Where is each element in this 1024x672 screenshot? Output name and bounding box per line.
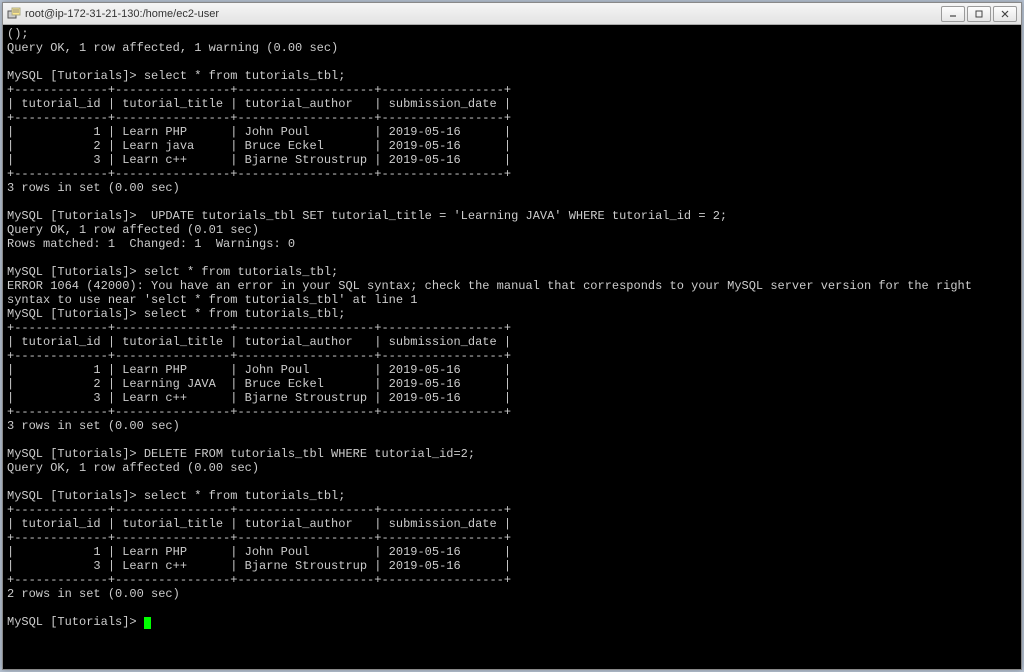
prompt: MySQL [Tutorials]> — [7, 265, 137, 279]
minimize-button[interactable] — [941, 6, 965, 22]
terminal-output[interactable]: (); Query OK, 1 row affected, 1 warning … — [3, 25, 1021, 669]
prompt: MySQL [Tutorials]> — [7, 307, 137, 321]
error-line: ERROR 1064 (42000): You have an error in… — [7, 279, 972, 293]
sql-command: UPDATE tutorials_tbl SET tutorial_title … — [137, 209, 728, 223]
cursor-icon — [144, 617, 151, 629]
table-border: +-------------+----------------+--------… — [7, 167, 511, 181]
prompt: MySQL [Tutorials]> — [7, 489, 137, 503]
output-line: Rows matched: 1 Changed: 1 Warnings: 0 — [7, 237, 295, 251]
table-header: | tutorial_id | tutorial_title | tutoria… — [7, 335, 511, 349]
table-row: | 3 | Learn c++ | Bjarne Stroustrup | 20… — [7, 391, 511, 405]
close-button[interactable] — [993, 6, 1017, 22]
table-border: +-------------+----------------+--------… — [7, 349, 511, 363]
table-border: +-------------+----------------+--------… — [7, 321, 511, 335]
result-summary: 3 rows in set (0.00 sec) — [7, 181, 180, 195]
output-line: Query OK, 1 row affected (0.00 sec) — [7, 461, 259, 475]
table-border: +-------------+----------------+--------… — [7, 531, 511, 545]
sql-command: selct * from tutorials_tbl; — [137, 265, 339, 279]
table-border: +-------------+----------------+--------… — [7, 111, 511, 125]
table-row: | 3 | Learn c++ | Bjarne Stroustrup | 20… — [7, 559, 511, 573]
table-border: +-------------+----------------+--------… — [7, 503, 511, 517]
prompt: MySQL [Tutorials]> — [7, 615, 137, 629]
table-border: +-------------+----------------+--------… — [7, 83, 511, 97]
window-controls — [941, 6, 1017, 22]
input-area[interactable] — [137, 615, 144, 629]
maximize-button[interactable] — [967, 6, 991, 22]
sql-command: select * from tutorials_tbl; — [137, 69, 346, 83]
putty-icon — [7, 7, 21, 21]
table-border: +-------------+----------------+--------… — [7, 405, 511, 419]
prompt: MySQL [Tutorials]> — [7, 209, 137, 223]
table-header: | tutorial_id | tutorial_title | tutoria… — [7, 97, 511, 111]
terminal-window: root@ip-172-31-21-130:/home/ec2-user ();… — [2, 2, 1022, 670]
table-border: +-------------+----------------+--------… — [7, 573, 511, 587]
table-row: | 2 | Learn java | Bruce Eckel | 2019-05… — [7, 139, 511, 153]
result-summary: 3 rows in set (0.00 sec) — [7, 419, 180, 433]
sql-command: DELETE FROM tutorials_tbl WHERE tutorial… — [137, 447, 475, 461]
prompt: MySQL [Tutorials]> — [7, 69, 137, 83]
table-row: | 1 | Learn PHP | John Poul | 2019-05-16… — [7, 125, 511, 139]
table-row: | 1 | Learn PHP | John Poul | 2019-05-16… — [7, 363, 511, 377]
sql-command: select * from tutorials_tbl; — [137, 489, 346, 503]
output-line: (); — [7, 27, 29, 41]
result-summary: 2 rows in set (0.00 sec) — [7, 587, 180, 601]
table-row: | 1 | Learn PHP | John Poul | 2019-05-16… — [7, 545, 511, 559]
table-row: | 3 | Learn c++ | Bjarne Stroustrup | 20… — [7, 153, 511, 167]
table-row: | 2 | Learning JAVA | Bruce Eckel | 2019… — [7, 377, 511, 391]
output-line: Query OK, 1 row affected (0.01 sec) — [7, 223, 259, 237]
prompt: MySQL [Tutorials]> — [7, 447, 137, 461]
window-title: root@ip-172-31-21-130:/home/ec2-user — [25, 8, 941, 20]
table-header: | tutorial_id | tutorial_title | tutoria… — [7, 517, 511, 531]
output-line: Query OK, 1 row affected, 1 warning (0.0… — [7, 41, 338, 55]
titlebar[interactable]: root@ip-172-31-21-130:/home/ec2-user — [3, 3, 1021, 25]
error-line: syntax to use near 'selct * from tutoria… — [7, 293, 417, 307]
sql-command: select * from tutorials_tbl; — [137, 307, 346, 321]
